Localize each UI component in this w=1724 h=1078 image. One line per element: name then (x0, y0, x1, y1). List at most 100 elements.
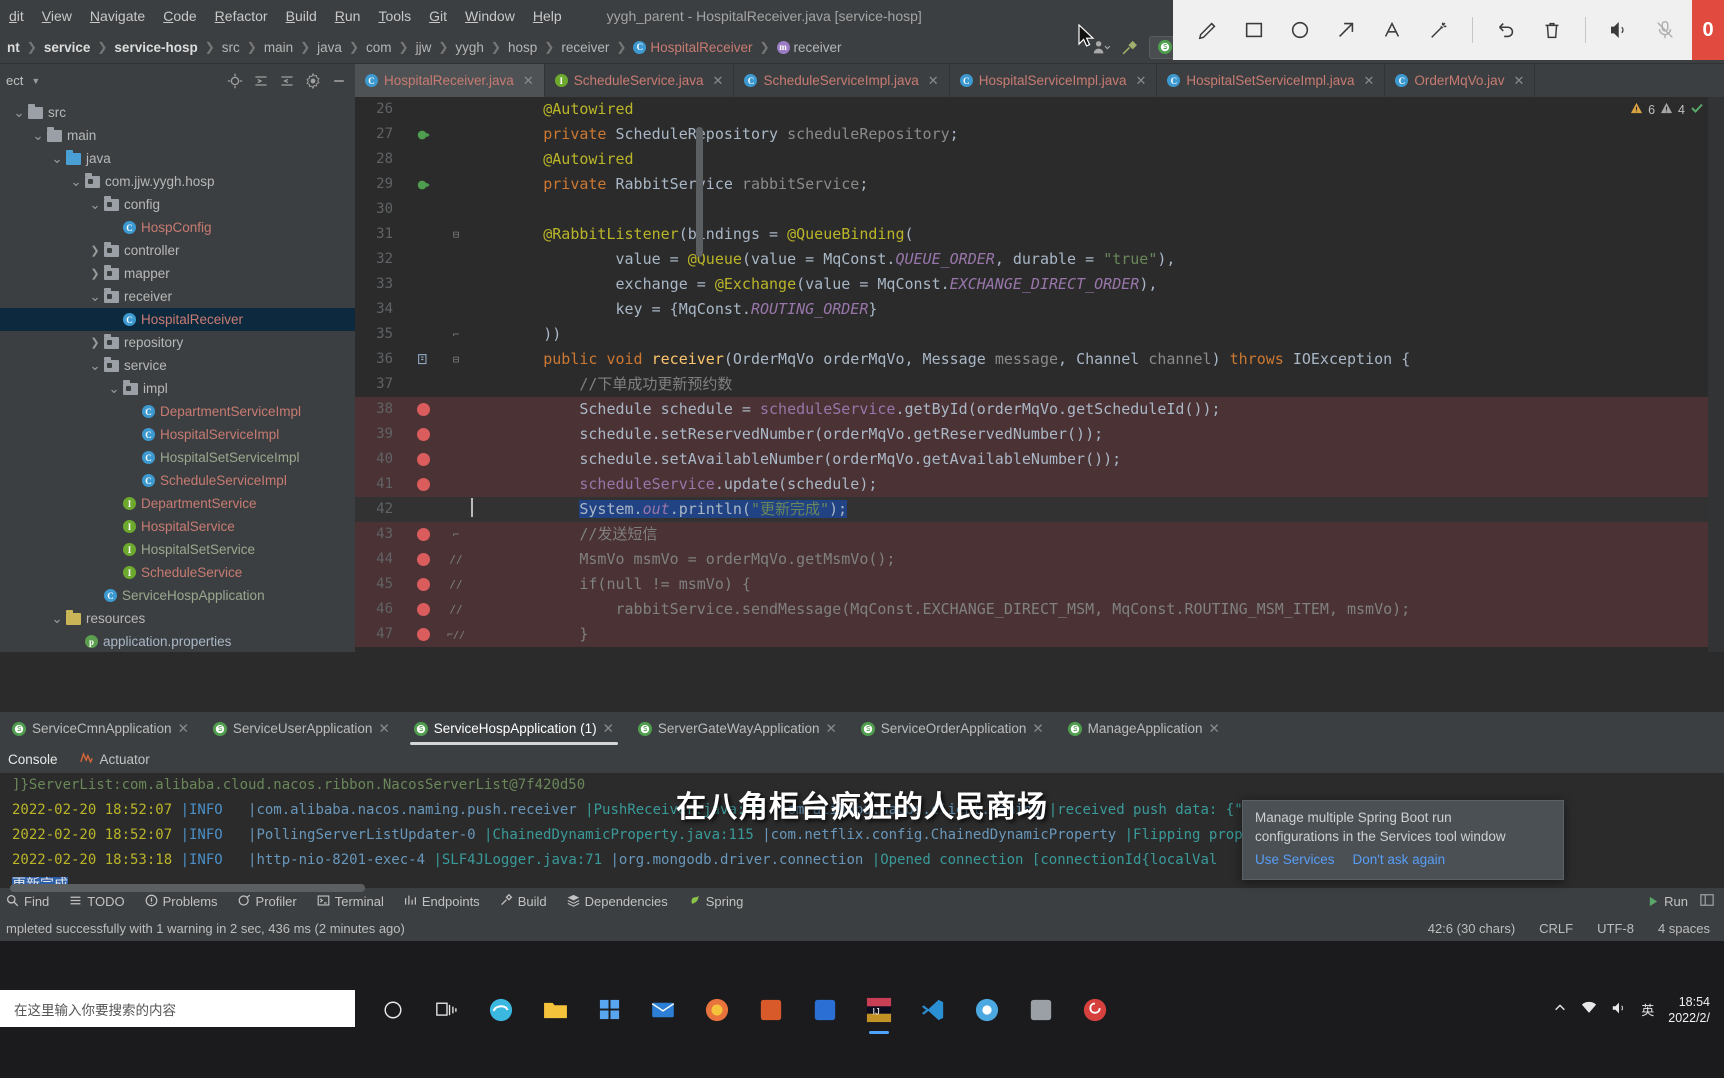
close-tab-icon[interactable]: ✕ (1364, 73, 1375, 89)
run-tab-manageapplication[interactable]: ManageApplication ✕ (1056, 712, 1232, 745)
line-separator[interactable]: CRLF (1539, 921, 1573, 936)
code-editor[interactable]: 6 4 26 @Autowired 27 private ScheduleRepo… (355, 97, 1724, 652)
close-tab-icon[interactable]: ✕ (523, 73, 534, 89)
breadcrumb-item-nt[interactable]: nt (4, 40, 23, 55)
taskbar-chrome-icon[interactable] (963, 990, 1011, 1030)
bean-gutter-icon[interactable] (401, 128, 445, 142)
breakpoint-marker[interactable] (401, 453, 445, 466)
collapse-all-icon[interactable] (277, 71, 297, 91)
chevron-down-icon[interactable]: ⌄ (86, 358, 104, 374)
close-run-tab-icon[interactable]: ✕ (1209, 721, 1220, 737)
editor-tab-hospitalreceiver-java[interactable]: C HospitalReceiver.java ✕ (355, 64, 545, 97)
chevron-down-icon[interactable]: ⌄ (86, 197, 104, 213)
code-lines[interactable]: 26 @Autowired 27 private ScheduleReposito… (355, 97, 1724, 647)
menu-item-help[interactable]: Help (524, 5, 571, 27)
menu-item-tools[interactable]: Tools (369, 5, 420, 27)
tree-node-com-jjw-yygh-hosp[interactable]: ⌄ com.jjw.yygh.hosp (0, 170, 355, 193)
breakpoint-icon[interactable] (416, 528, 430, 541)
code-line-34[interactable]: 34 key = {MqConst.ROUTING_ORDER} (355, 297, 1724, 322)
breakpoint-icon[interactable] (416, 403, 430, 416)
run-subtab-console[interactable]: Console (8, 752, 58, 767)
taskbar-mail-icon[interactable] (639, 990, 687, 1030)
pen-icon[interactable] (1195, 15, 1221, 45)
breadcrumb-item-com[interactable]: com (363, 40, 395, 55)
close-tab-icon[interactable]: ✕ (1513, 73, 1524, 89)
speaker-icon[interactable] (1606, 15, 1632, 45)
arrow-icon[interactable] (1333, 15, 1359, 45)
file-encoding[interactable]: UTF-8 (1597, 921, 1634, 936)
magic-wand-icon[interactable] (1426, 15, 1452, 45)
tree-node-java[interactable]: ⌄ java (0, 147, 355, 170)
tree-node-hospitalserviceimpl[interactable]: C HospitalServiceImpl (0, 423, 355, 446)
tool-window-button-find[interactable]: Find (6, 894, 49, 910)
code-line-43[interactable]: 43 ⌐ //发送短信 (355, 522, 1724, 547)
taskbar-clock[interactable]: 18:54 2022/2/ (1668, 994, 1710, 1026)
breakpoint-marker[interactable] (401, 403, 445, 416)
breadcrumb-item-receiver[interactable]: receiver (558, 40, 612, 55)
tree-node-service[interactable]: ⌄ service (0, 354, 355, 377)
menu-item-run[interactable]: Run (326, 5, 370, 27)
code-line-46[interactable]: 46 // rabbitService.sendMessage(MqConst.E… (355, 597, 1724, 622)
code-line-39[interactable]: 39 schedule.setReservedNumber(orderMqVo.… (355, 422, 1724, 447)
editor-tab-scheduleserviceimpl-java[interactable]: C ScheduleServiceImpl.java ✕ (734, 64, 950, 97)
tree-node-hospitalsetservice[interactable]: I HospitalSetService (0, 538, 355, 561)
breadcrumb-item-java[interactable]: java (314, 40, 345, 55)
taskbar-xmind-icon[interactable] (747, 990, 795, 1030)
run-subtab-actuator[interactable]: Actuator (79, 751, 150, 767)
fold-marker[interactable]: // (445, 597, 467, 622)
close-run-tab-icon[interactable]: ✕ (825, 721, 836, 737)
taskbar-edge-icon[interactable] (477, 990, 525, 1030)
breakpoint-marker[interactable] (401, 628, 445, 641)
indent-setting[interactable]: 4 spaces (1658, 921, 1710, 936)
close-tab-icon[interactable]: ✕ (1136, 73, 1147, 89)
tool-window-run[interactable]: Run (1648, 894, 1688, 909)
taskbar-store-icon[interactable] (585, 990, 633, 1030)
code-line-37[interactable]: 37 //下单成功更新预约数 (355, 372, 1724, 397)
tool-window-button-endpoints[interactable]: Endpoints (404, 894, 480, 910)
tool-window-button-spring[interactable]: Spring (688, 894, 743, 910)
tree-node-config[interactable]: ⌄ config (0, 193, 355, 216)
code-line-41[interactable]: 41 scheduleService.update(schedule); (355, 472, 1724, 497)
code-line-28[interactable]: 28 @Autowired (355, 147, 1724, 172)
close-run-tab-icon[interactable]: ✕ (603, 721, 614, 737)
undo-icon[interactable] (1493, 15, 1519, 45)
tree-node-departmentserviceimpl[interactable]: C DepartmentServiceImpl (0, 400, 355, 423)
tree-node-mapper[interactable]: ❯ mapper (0, 262, 355, 285)
tree-node-impl[interactable]: ⌄ impl (0, 377, 355, 400)
chevron-down-icon[interactable]: ⌄ (48, 611, 66, 627)
code-line-38[interactable]: 38 Schedule schedule = scheduleService.g… (355, 397, 1724, 422)
tree-node-resources[interactable]: ⌄ resources (0, 607, 355, 630)
run-sub-tabs[interactable]: Console Actuator (0, 745, 1724, 773)
tool-window-button-problems[interactable]: Problems (145, 894, 218, 910)
menu-item-view[interactable]: View (33, 5, 81, 27)
chevron-down-icon[interactable]: ⌄ (29, 128, 47, 144)
fold-marker[interactable]: ⊟ (445, 222, 467, 247)
menu-item-window[interactable]: Window (456, 5, 524, 27)
chevron-down-icon[interactable]: ⌄ (10, 105, 28, 121)
editor-tab-hospitalsetserviceimpl-java[interactable]: C HospitalSetServiceImpl.java ✕ (1157, 64, 1386, 97)
menu-item-code[interactable]: Code (154, 5, 205, 27)
breadcrumb-item-src[interactable]: src (219, 40, 243, 55)
expand-all-icon[interactable] (251, 71, 271, 91)
tree-node-hospitalreceiver[interactable]: C HospitalReceiver (0, 308, 355, 331)
dont-ask-again-link[interactable]: Don't ask again (1353, 852, 1446, 867)
ellipse-icon[interactable] (1287, 15, 1313, 45)
taskbar-cortana-icon[interactable] (369, 990, 417, 1030)
breadcrumb-item-hosp[interactable]: hosp (505, 40, 540, 55)
breadcrumb-item-hospitalreceiver[interactable]: C HospitalReceiver (630, 40, 755, 55)
chevron-right-icon[interactable]: ❯ (86, 267, 104, 280)
breakpoint-marker[interactable] (401, 428, 445, 441)
code-line-29[interactable]: 29 private RabbitService rabbitService; (355, 172, 1724, 197)
fold-marker[interactable]: ⌐ (445, 322, 467, 347)
tool-window-button-build[interactable]: Build (500, 893, 547, 910)
close-run-tab-icon[interactable]: ✕ (1032, 721, 1043, 737)
up-arrow-icon[interactable] (1553, 1001, 1567, 1018)
tree-node-application-properties[interactable]: p application.properties (0, 630, 355, 652)
microphone-muted-icon[interactable] (1652, 15, 1678, 45)
project-tree[interactable]: ⌄ src ⌄ main ⌄ java ⌄ com.jjw.yygh.hosp ⌄ config C… (0, 97, 355, 652)
chevron-down-icon-project[interactable]: ▼ (27, 76, 40, 86)
breakpoint-icon[interactable] (416, 603, 430, 616)
tree-node-scheduleserviceimpl[interactable]: C ScheduleServiceImpl (0, 469, 355, 492)
fold-marker[interactable]: // (445, 547, 467, 572)
tool-window-button-terminal[interactable]: Terminal (317, 894, 384, 910)
